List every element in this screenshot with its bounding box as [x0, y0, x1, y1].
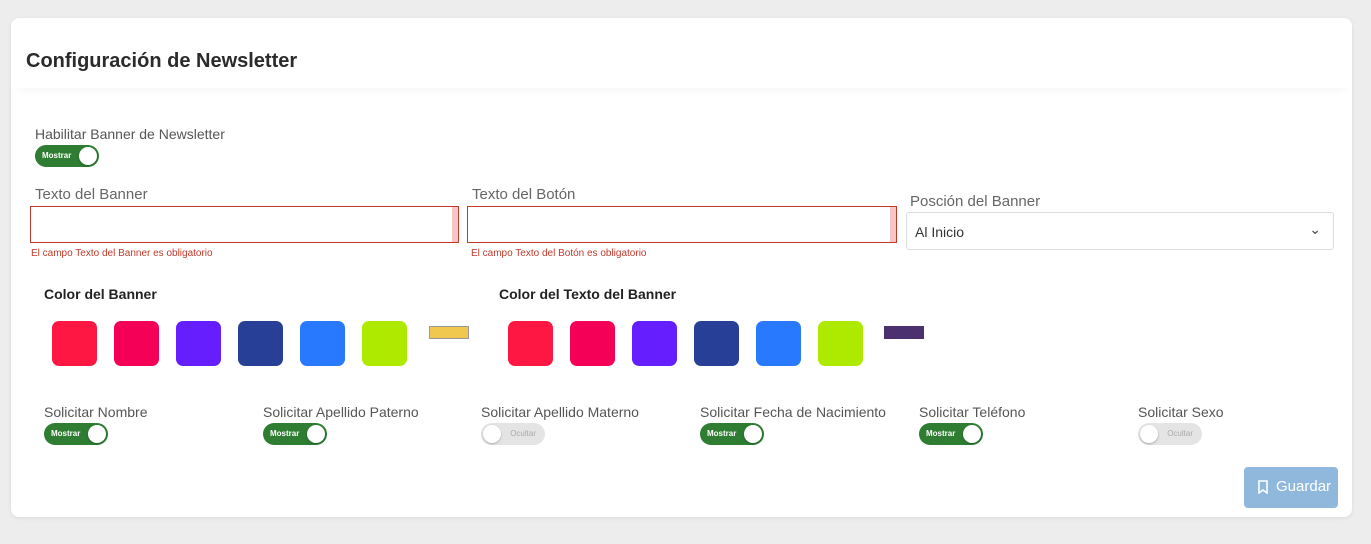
text-color-swatch-2[interactable]: [570, 321, 615, 366]
toggle-knob: [483, 425, 501, 443]
toggle-fecha-nacimiento[interactable]: Mostrar: [700, 423, 764, 445]
banner-text-label: Texto del Banner: [35, 186, 148, 203]
banner-text-error: El campo Texto del Banner es obligatorio: [31, 248, 213, 259]
toggle-state-label: Mostrar: [270, 429, 300, 438]
banner-position-value: Al Inicio: [915, 224, 965, 240]
enable-banner-label: Habilitar Banner de Newsletter: [35, 126, 225, 142]
toggle-knob: [1140, 425, 1158, 443]
text-color-swatch-6[interactable]: [818, 321, 863, 366]
field-label-nombre: Solicitar Nombre: [44, 404, 148, 420]
toggle-sexo[interactable]: Ocultar: [1138, 423, 1202, 445]
toggle-state-label: Mostrar: [51, 429, 81, 438]
banner-color-swatch-5[interactable]: [300, 321, 345, 366]
toggle-apellido-paterno[interactable]: Mostrar: [263, 423, 327, 445]
field-label-apellido-materno: Solicitar Apellido Materno: [481, 404, 639, 420]
text-color-swatch-5[interactable]: [756, 321, 801, 366]
toggle-telefono[interactable]: Mostrar: [919, 423, 983, 445]
toggle-state-label: Mostrar: [926, 429, 956, 438]
text-color-swatch-3[interactable]: [632, 321, 677, 366]
chevron-down-icon: ⌄: [1309, 221, 1321, 237]
banner-color-swatch-2[interactable]: [114, 321, 159, 366]
button-text-input[interactable]: [467, 206, 897, 243]
toggle-state-label: Mostrar: [707, 429, 737, 438]
toggle-knob: [88, 425, 106, 443]
bookmark-icon: [1258, 480, 1268, 494]
text-color-label: Color del Texto del Banner: [499, 286, 677, 302]
button-text-label: Texto del Botón: [472, 186, 576, 203]
banner-color-swatch-6[interactable]: [362, 321, 407, 366]
toggle-knob: [79, 147, 97, 165]
banner-position-select[interactable]: Al Inicio ⌄: [906, 212, 1334, 250]
button-text-error: El campo Texto del Botón es obligatorio: [471, 248, 647, 259]
input-edge: [890, 207, 896, 242]
save-button-label: Guardar: [1276, 478, 1332, 495]
input-edge: [452, 207, 458, 242]
toggle-knob: [307, 425, 325, 443]
toggle-state-label: Ocultar: [1167, 429, 1193, 438]
banner-color-label: Color del Banner: [44, 286, 157, 302]
card-header: Configuración de Newsletter: [11, 18, 1352, 88]
banner-color-selected[interactable]: [429, 326, 469, 339]
enable-banner-toggle[interactable]: Mostrar: [35, 145, 99, 167]
toggle-knob: [963, 425, 981, 443]
text-color-swatch-1[interactable]: [508, 321, 553, 366]
banner-text-input[interactable]: [30, 206, 459, 243]
newsletter-config-card: Configuración de Newsletter Habilitar Ba…: [11, 18, 1352, 517]
page-title: Configuración de Newsletter: [26, 50, 298, 72]
text-color-swatch-4[interactable]: [694, 321, 739, 366]
field-label-fecha-nacimiento: Solicitar Fecha de Nacimiento: [700, 404, 886, 420]
save-button[interactable]: Guardar: [1244, 467, 1338, 508]
field-label-apellido-paterno: Solicitar Apellido Paterno: [263, 404, 419, 420]
banner-color-swatch-4[interactable]: [238, 321, 283, 366]
field-label-telefono: Solicitar Teléfono: [919, 404, 1026, 420]
toggle-apellido-materno[interactable]: Ocultar: [481, 423, 545, 445]
banner-position-label: Posción del Banner: [910, 193, 1041, 210]
toggle-state-label: Mostrar: [42, 151, 72, 160]
banner-color-swatch-1[interactable]: [52, 321, 97, 366]
field-label-sexo: Solicitar Sexo: [1138, 404, 1224, 420]
banner-color-swatch-3[interactable]: [176, 321, 221, 366]
text-color-selected[interactable]: [884, 326, 924, 339]
toggle-state-label: Ocultar: [510, 429, 536, 438]
toggle-nombre[interactable]: Mostrar: [44, 423, 108, 445]
toggle-knob: [744, 425, 762, 443]
